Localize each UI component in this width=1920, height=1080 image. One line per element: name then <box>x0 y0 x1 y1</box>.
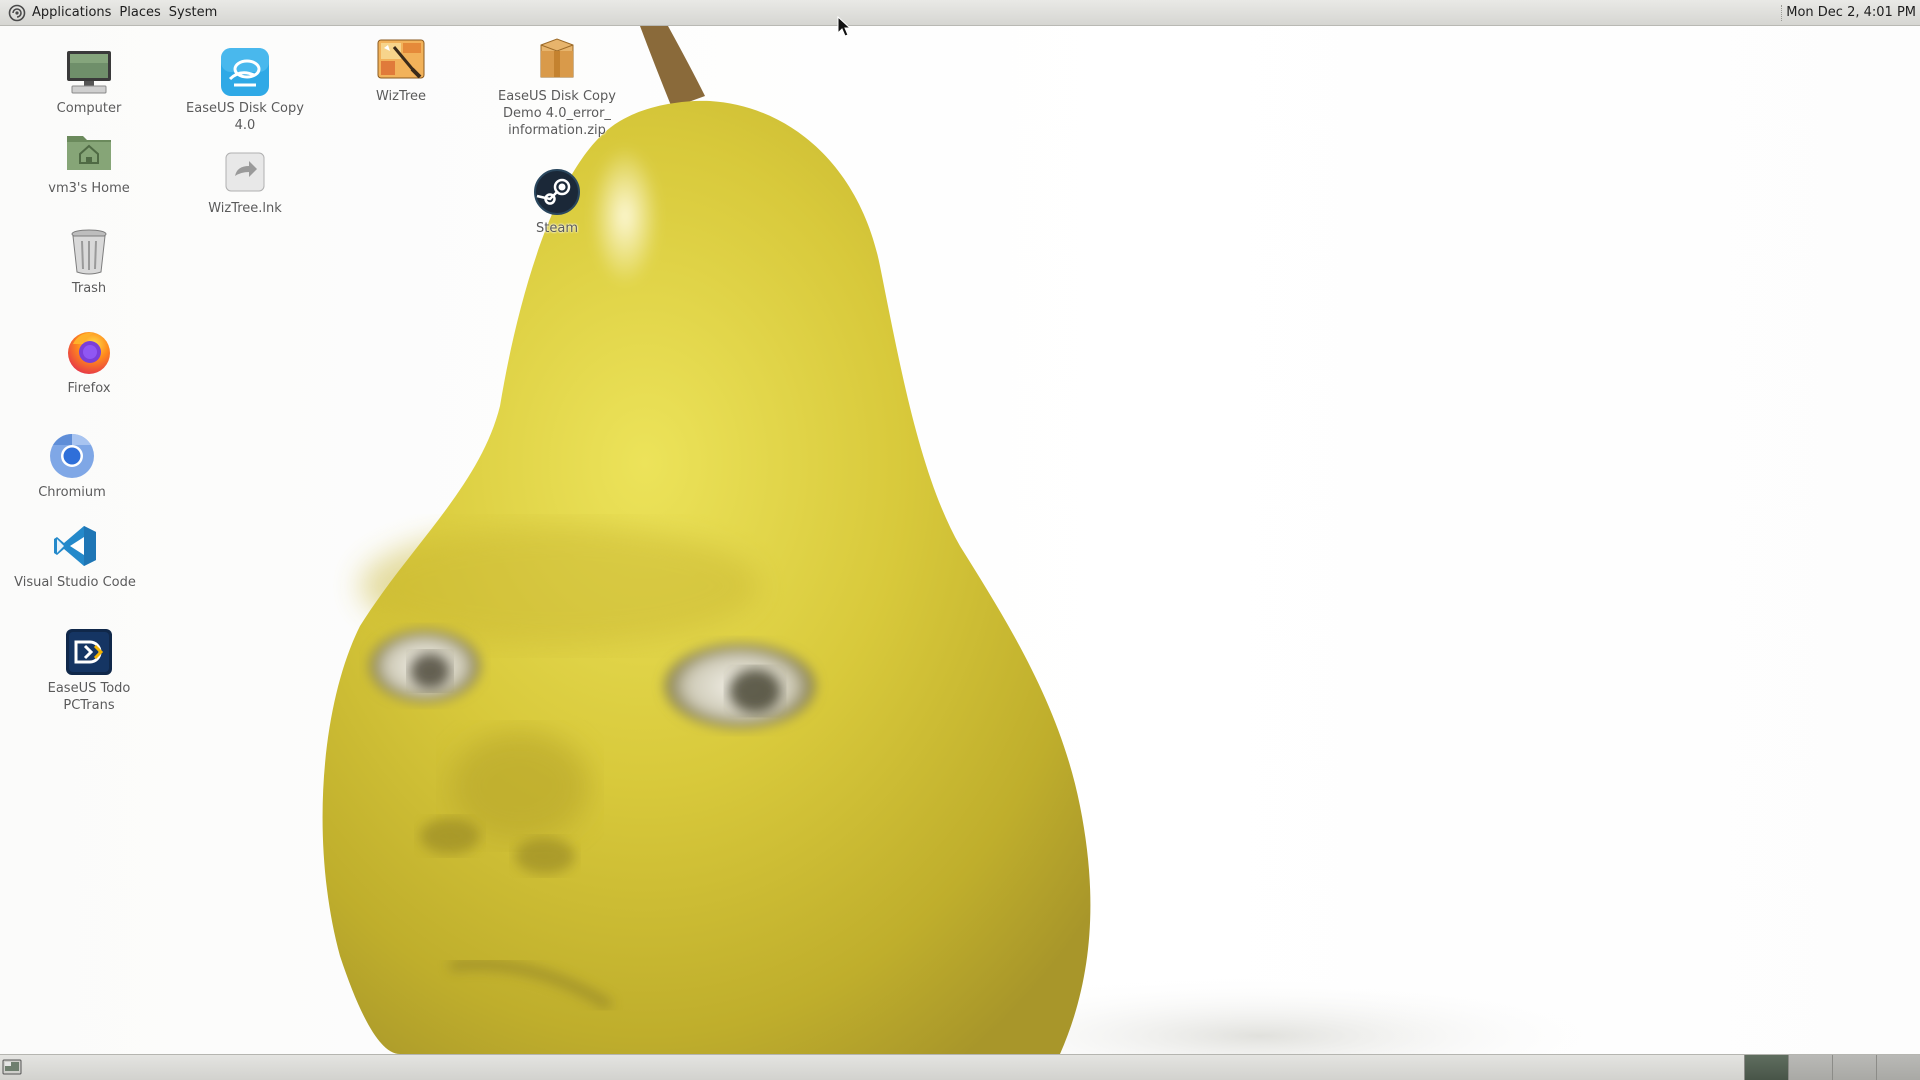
system-menu[interactable]: System <box>165 0 221 26</box>
desktop-icon-label: WizTree.lnk <box>208 201 282 216</box>
places-menu[interactable]: Places <box>115 0 164 26</box>
clock[interactable]: Mon Dec 2, 4:01 PM <box>1786 0 1916 26</box>
panel-separator <box>1781 5 1784 21</box>
desktop-icon-wiztree[interactable]: WizTree <box>321 34 481 105</box>
disk-copy-icon <box>219 46 271 98</box>
desktop-icon-label: Trash <box>71 281 107 296</box>
distro-logo-icon[interactable] <box>6 2 28 24</box>
steam-icon <box>531 166 583 218</box>
workspace-3[interactable] <box>1832 1055 1876 1080</box>
firefox-icon <box>63 326 115 378</box>
workspace-2[interactable] <box>1788 1055 1832 1080</box>
desktop-icon-label: EaseUS Disk Copy Demo 4.0_error_ informa… <box>498 89 616 138</box>
desktop-icon-label: Visual Studio Code <box>14 575 136 590</box>
applications-menu[interactable]: Applications <box>28 0 115 26</box>
desktop-icon-easeus-zip[interactable]: EaseUS Disk Copy Demo 4.0_error_ informa… <box>477 34 637 139</box>
desktop-icon-easeus-todo-pctrans[interactable]: EaseUS Todo PCTrans <box>9 626 169 714</box>
chromium-icon <box>46 430 98 482</box>
desktop-icon-label: EaseUS Todo PCTrans <box>47 681 131 713</box>
workspace-1[interactable] <box>1744 1055 1788 1080</box>
desktop-icon-firefox[interactable]: Firefox <box>9 326 169 397</box>
desktop-icon-label: Computer <box>56 101 122 116</box>
desktop-icon-chromium[interactable]: Chromium <box>0 430 152 501</box>
zip-archive-icon <box>531 34 583 86</box>
desktop-icon-label: Chromium <box>38 485 106 500</box>
desktop-icon-wiztree-lnk[interactable]: WizTree.lnk <box>165 146 325 217</box>
desktop-icon-steam[interactable]: Steam <box>477 166 637 237</box>
desktop-icon-label: Firefox <box>67 381 111 396</box>
desktop-icon-label: Steam <box>536 221 578 236</box>
desktop-icon-label: WizTree <box>375 89 427 104</box>
workspace-switcher <box>1744 1055 1920 1080</box>
desktop-icon-easeus-disk-copy[interactable]: EaseUS Disk Copy 4.0 <box>165 46 325 134</box>
show-desktop-icon[interactable] <box>2 1059 22 1076</box>
vscode-icon <box>49 520 101 572</box>
bottom-panel <box>0 1054 1920 1080</box>
home-folder-icon <box>63 126 115 178</box>
top-panel: Applications Places System Mon Dec 2, 4:… <box>0 0 1920 26</box>
workspace-4[interactable] <box>1876 1055 1920 1080</box>
pctrans-icon <box>63 626 115 678</box>
wiztree-icon <box>375 34 427 86</box>
shortcut-link-icon <box>219 146 271 198</box>
trash-icon <box>63 226 115 278</box>
desktop-icon-computer[interactable]: Computer <box>9 46 169 117</box>
desktop-icon-vscode[interactable]: Visual Studio Code <box>0 520 155 591</box>
mouse-cursor-icon <box>837 16 851 37</box>
desktop-icon-label: EaseUS Disk Copy 4.0 <box>186 101 304 133</box>
computer-icon <box>63 46 115 98</box>
desktop-icon-home[interactable]: vm3's Home <box>9 126 169 197</box>
desktop-icon-trash[interactable]: Trash <box>9 226 169 297</box>
desktop-icon-label: vm3's Home <box>48 181 130 196</box>
